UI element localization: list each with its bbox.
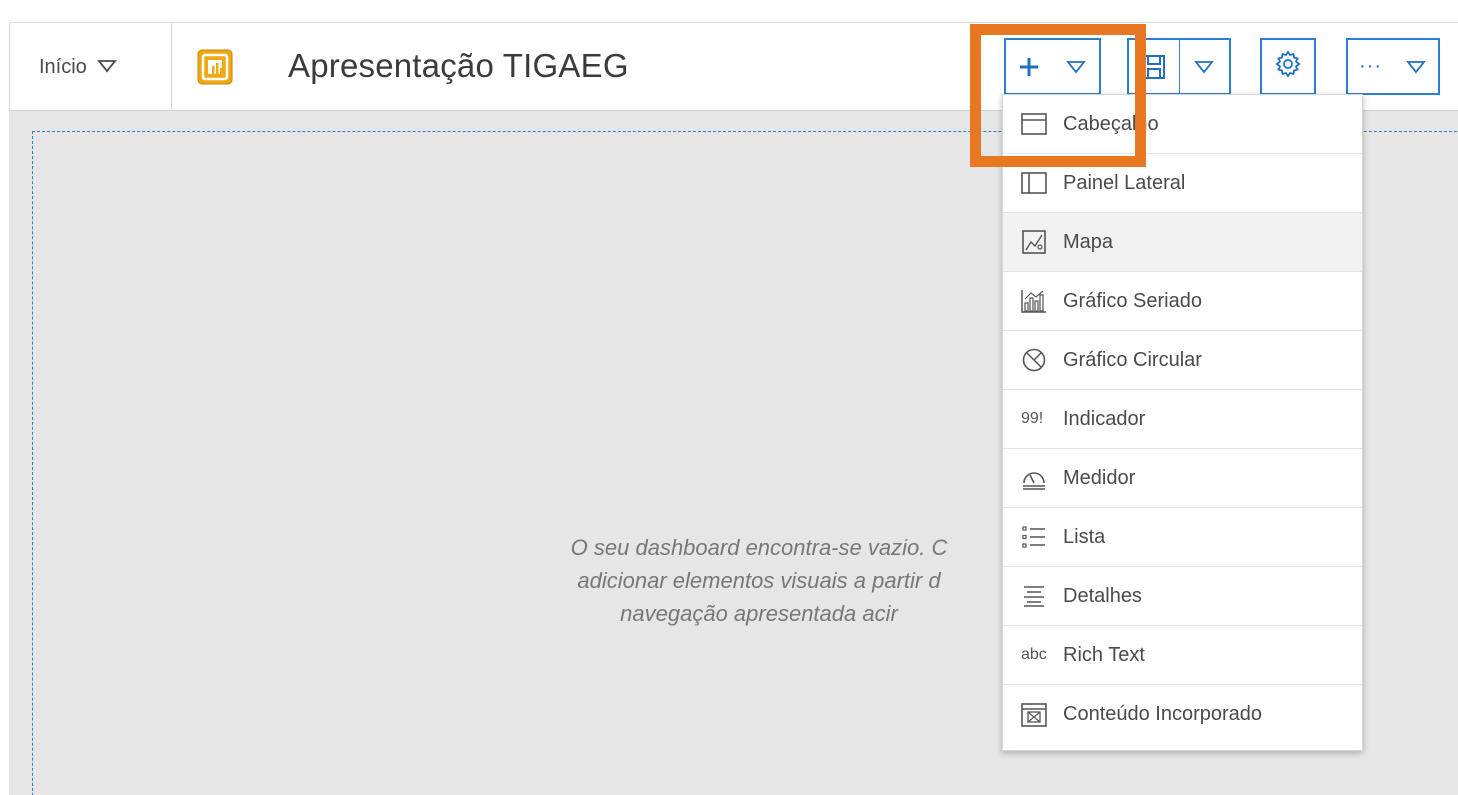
details-icon: [1021, 583, 1047, 609]
menu-item-label: Rich Text: [1063, 643, 1145, 666]
menu-item-header[interactable]: Cabeçalho: [1003, 95, 1362, 154]
empty-message-line: O seu dashboard encontra-se vazio. C: [570, 535, 948, 560]
menu-item-label: Lista: [1063, 525, 1106, 548]
pie-chart-icon: [1021, 347, 1047, 373]
chevron-down-icon[interactable]: [1180, 40, 1230, 93]
home-dropdown-button[interactable]: Início: [10, 23, 172, 111]
menu-item-label: Conteúdo Incorporado: [1063, 703, 1263, 725]
empty-message-line: navegação apresentada acir: [620, 601, 898, 626]
empty-message-line: adicionar elementos visuais a partir d: [577, 568, 941, 593]
menu-item-map[interactable]: Mapa: [1003, 213, 1362, 272]
add-element-button[interactable]: [1004, 38, 1101, 95]
embedded-content-icon: [1021, 702, 1047, 728]
menu-item-embedded-content[interactable]: Conteúdo Incorporado: [1003, 685, 1362, 744]
indicator-icon: 99!: [1021, 410, 1044, 427]
menu-item-label: Mapa: [1063, 230, 1114, 253]
menu-item-details[interactable]: Detalhes: [1003, 567, 1362, 626]
ellipsis-icon[interactable]: ···: [1348, 40, 1393, 93]
save-icon[interactable]: [1129, 40, 1179, 93]
more-options-button[interactable]: ···: [1346, 38, 1440, 95]
settings-button[interactable]: [1260, 38, 1316, 95]
home-label: Início: [39, 55, 87, 78]
page: Início Apresentação TIGAEG ··· O seu das…: [0, 0, 1458, 795]
menu-item-indicator[interactable]: 99! Indicador: [1003, 390, 1362, 449]
plus-icon[interactable]: [1006, 40, 1053, 93]
serial-chart-icon: [1021, 288, 1047, 314]
gauge-icon: [1021, 465, 1047, 491]
dashboard-title: Apresentação TIGAEG: [288, 47, 629, 84]
rich-text-icon: abc: [1021, 646, 1047, 663]
chevron-down-icon: [96, 56, 117, 79]
chevron-down-icon[interactable]: [1393, 40, 1438, 93]
gear-icon[interactable]: [1274, 50, 1302, 83]
chevron-down-icon[interactable]: [1053, 40, 1100, 93]
map-icon: [1021, 229, 1047, 255]
header-icon: [1021, 111, 1047, 137]
add-element-menu: Cabeçalho Painel Lateral Mapa Gráfico Se…: [1002, 94, 1363, 751]
list-icon: [1021, 524, 1047, 550]
menu-item-label: Detalhes: [1063, 584, 1142, 607]
dashboard-logo-icon: [197, 49, 233, 85]
menu-item-label: Indicador: [1063, 407, 1146, 430]
menu-item-label: Cabeçalho: [1063, 112, 1159, 135]
menu-item-pie-chart[interactable]: Gráfico Circular: [1003, 331, 1362, 390]
menu-item-serial-chart[interactable]: Gráfico Seriado: [1003, 272, 1362, 331]
menu-item-side-panel[interactable]: Painel Lateral: [1003, 154, 1362, 213]
menu-item-rich-text[interactable]: abc Rich Text: [1003, 626, 1362, 685]
menu-item-list[interactable]: Lista: [1003, 508, 1362, 567]
menu-item-label: Medidor: [1063, 466, 1136, 489]
side-panel-icon: [1021, 170, 1047, 196]
save-button[interactable]: [1127, 38, 1231, 95]
menu-item-gauge[interactable]: Medidor: [1003, 449, 1362, 508]
menu-item-label: Gráfico Circular: [1063, 348, 1202, 371]
menu-item-label: Gráfico Seriado: [1063, 289, 1202, 312]
empty-dashboard-message: O seu dashboard encontra-se vazio. C adi…: [439, 531, 1079, 630]
menu-item-label: Painel Lateral: [1063, 171, 1186, 194]
